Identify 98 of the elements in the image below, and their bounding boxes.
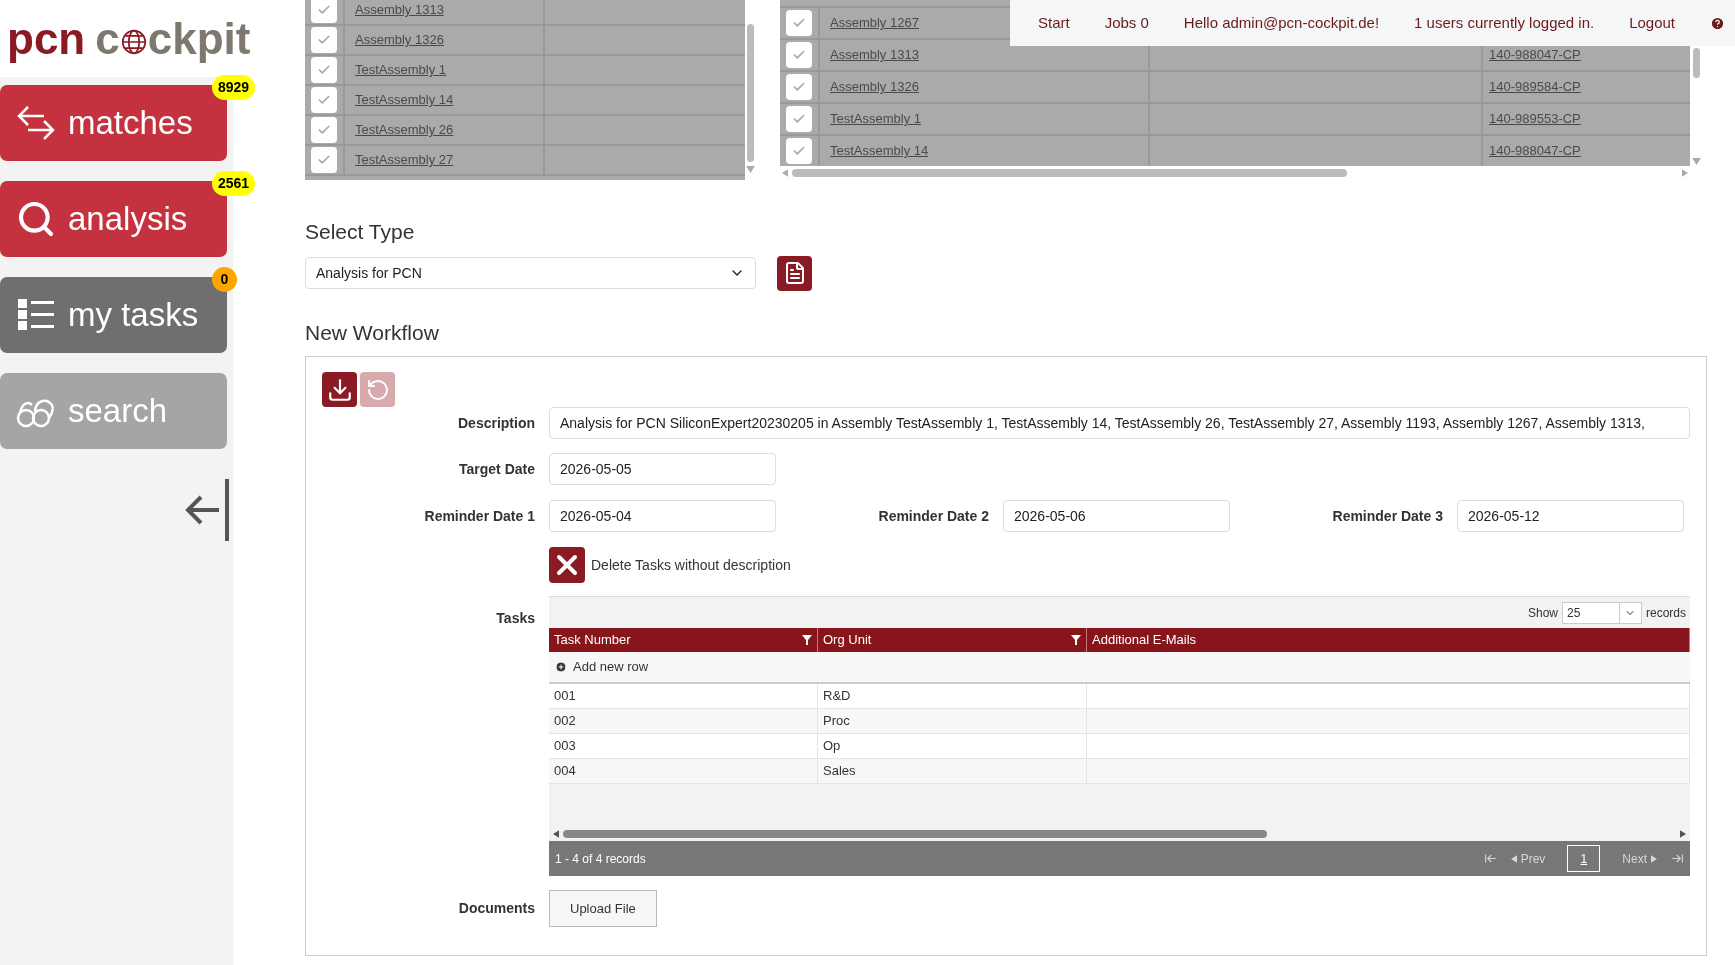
- assembly-link[interactable]: Assembly 1326: [830, 77, 919, 97]
- part-number-link[interactable]: 140-989584-CP: [1489, 77, 1581, 97]
- upload-button[interactable]: Upload File: [549, 890, 657, 927]
- table-cell: Op: [818, 734, 1087, 758]
- check-icon: [792, 48, 806, 62]
- table-cell: 002: [549, 709, 818, 733]
- table-cell: Sales: [818, 759, 1087, 783]
- count-badge: 2561: [212, 171, 256, 196]
- check-icon: [317, 3, 331, 17]
- checkbox[interactable]: [786, 138, 812, 164]
- checkbox-label: Delete Tasks without description: [591, 555, 791, 575]
- scrollbar-thumb[interactable]: [563, 830, 1267, 838]
- date-field[interactable]: 2026-05-12: [1457, 500, 1684, 532]
- checkbox[interactable]: [786, 106, 812, 132]
- help-icon[interactable]: [1710, 15, 1725, 31]
- check-icon: [792, 144, 806, 158]
- checkbox[interactable]: [311, 147, 337, 173]
- scrollbar-thumb[interactable]: [746, 24, 754, 162]
- checkbox[interactable]: [311, 117, 337, 143]
- nav-link[interactable]: 1 users currently logged in.: [1414, 11, 1595, 35]
- checkbox[interactable]: [311, 27, 337, 53]
- checkbox[interactable]: [311, 87, 337, 113]
- scrollbar-thumb[interactable]: [792, 169, 1347, 177]
- checkbox[interactable]: [549, 547, 585, 583]
- assembly-link[interactable]: Assembly 1313: [355, 0, 444, 20]
- assembly-link[interactable]: TestAssembly 26: [355, 120, 454, 140]
- check-icon: [317, 153, 331, 167]
- field-label: Reminder Date 2: [877, 506, 989, 526]
- check-icon: [317, 33, 331, 47]
- check-icon: [317, 63, 331, 77]
- checkbox[interactable]: [786, 10, 812, 36]
- search-icon: [16, 199, 56, 239]
- part-number-link[interactable]: 140-989553-CP: [1489, 109, 1581, 129]
- table-cell: Proc: [818, 709, 1087, 733]
- scroll-right-icon[interactable]: [1680, 830, 1686, 838]
- part-number-link[interactable]: 140-988047-CP: [1489, 45, 1581, 65]
- table-cell: 001: [549, 684, 818, 708]
- table-cell: R&D: [818, 684, 1087, 708]
- field-label: Tasks: [495, 609, 535, 628]
- nav-link[interactable]: Logout: [1629, 11, 1676, 35]
- field-label: Documents: [457, 899, 535, 918]
- assembly-link[interactable]: Assembly 1313: [830, 45, 919, 65]
- logo-text: pcn: [7, 16, 86, 61]
- section-title: New Workflow: [305, 319, 440, 346]
- scrollbar-thumb[interactable]: [1692, 48, 1700, 78]
- document-button[interactable]: [777, 255, 812, 291]
- globe-icon: [120, 29, 147, 55]
- plus-icon: [555, 661, 567, 673]
- scroll-down-icon[interactable]: [1691, 158, 1701, 165]
- count-badge: 0: [212, 267, 237, 292]
- download-icon: [326, 376, 353, 403]
- checkbox[interactable]: [311, 0, 337, 23]
- checkbox[interactable]: [786, 74, 812, 100]
- toolbar-text: Show: [1527, 604, 1558, 622]
- scroll-left-icon[interactable]: [553, 830, 559, 838]
- date-field[interactable]: 2026-05-04: [549, 500, 776, 532]
- nav-link[interactable]: Jobs 0: [1104, 11, 1149, 35]
- page-button[interactable]: 1: [1567, 845, 1601, 872]
- table-cell: 003: [549, 734, 818, 758]
- type-dropdown[interactable]: Analysis for PCN: [305, 257, 756, 289]
- date-field[interactable]: 2026-05-05: [549, 453, 776, 485]
- assembly-link[interactable]: TestAssembly 1: [830, 109, 922, 129]
- scroll-down-icon[interactable]: [745, 166, 755, 173]
- add-row-button[interactable]: Add new row: [549, 652, 1690, 684]
- toolbar-text: records: [1646, 604, 1686, 622]
- section-title: Select Type: [305, 219, 416, 245]
- check-icon: [792, 16, 806, 30]
- filter-icon[interactable]: [802, 635, 812, 645]
- page-size-dropdown[interactable]: 25: [1562, 601, 1642, 624]
- assembly-link[interactable]: Assembly 1326: [355, 30, 444, 50]
- field-label: Reminder Date 1: [423, 506, 535, 526]
- description-field[interactable]: Analysis for PCN SiliconExpert20230205 in Assembly TestAssembly 1, TestAssembly 14, TestAssembly 26, TestAssembly 27, Assembly 1193, Assembly 1267, Assembly 1313,: [549, 407, 1690, 439]
- field-label: Reminder Date 3: [1331, 506, 1443, 526]
- checkbox[interactable]: [786, 42, 812, 68]
- check-icon: [317, 93, 331, 107]
- nav-link[interactable]: Start: [1038, 11, 1070, 35]
- check-icon: [317, 123, 331, 137]
- assembly-link[interactable]: TestAssembly 27: [355, 150, 454, 170]
- assembly-link[interactable]: TestAssembly 14: [830, 141, 929, 161]
- logo-text: c: [95, 16, 120, 61]
- part-number-link[interactable]: 140-988047-CP: [1489, 141, 1581, 161]
- logo-text: ckpit: [147, 16, 251, 61]
- field-label: Description: [457, 413, 535, 433]
- date-field[interactable]: 2026-05-06: [1003, 500, 1230, 532]
- undo-icon: [365, 377, 390, 402]
- check-icon: [792, 80, 806, 94]
- table-cell: 004: [549, 759, 818, 783]
- checkbox[interactable]: [311, 57, 337, 83]
- assembly-link[interactable]: Assembly 1267: [830, 13, 919, 33]
- field-label: Target Date: [458, 459, 535, 479]
- assembly-link[interactable]: TestAssembly 14: [355, 90, 454, 110]
- records-summary: 1 - 4 of 4 records: [555, 850, 646, 868]
- count-badge: 8929: [212, 75, 256, 100]
- assembly-link[interactable]: TestAssembly 1: [355, 60, 447, 80]
- save-button[interactable]: [322, 372, 357, 407]
- nav-link[interactable]: Hello admin@pcn-cockpit.de!: [1183, 11, 1380, 35]
- check-icon: [792, 112, 806, 126]
- filter-icon[interactable]: [1071, 635, 1081, 645]
